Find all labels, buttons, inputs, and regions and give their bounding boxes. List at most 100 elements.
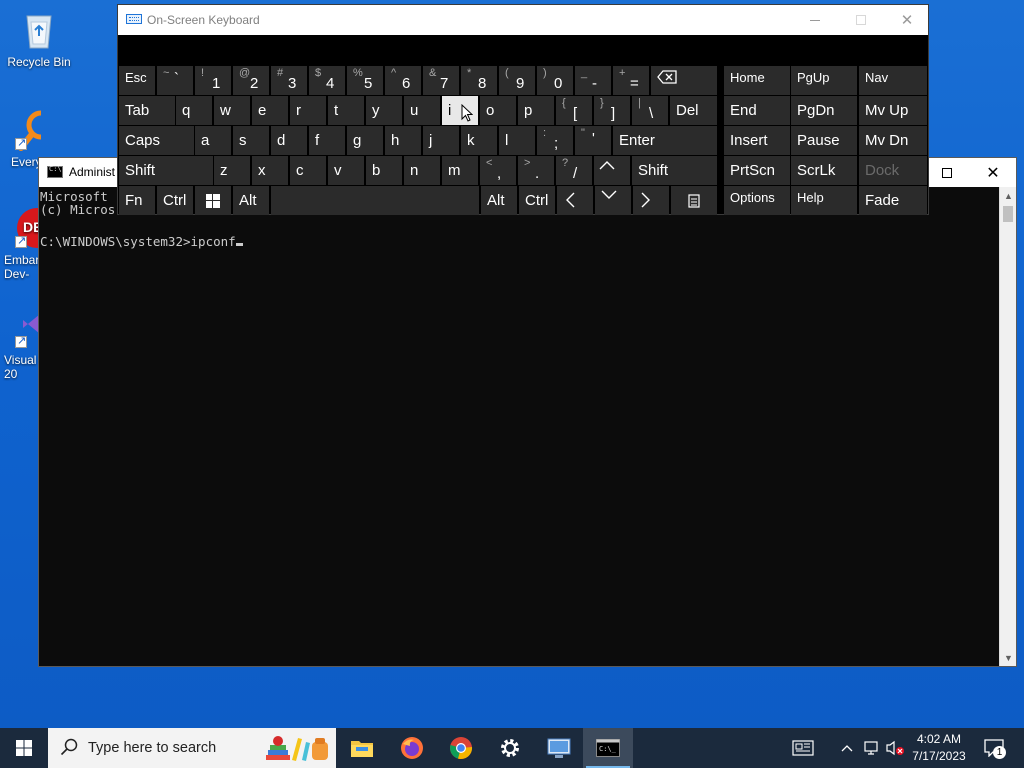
key-alt-right[interactable]: Alt xyxy=(481,186,517,215)
desktop-icon-everything[interactable]: Every xyxy=(1,108,41,169)
key-semicolon[interactable]: :; xyxy=(537,126,573,155)
key-0[interactable]: ) 0 xyxy=(537,66,573,95)
key-x[interactable]: x xyxy=(252,156,288,185)
key-pgdn[interactable]: PgDn xyxy=(791,96,857,125)
key-esc[interactable]: Esc xyxy=(119,66,155,95)
desktop-icon-visual-studio[interactable]: Visual 20 xyxy=(1,306,41,381)
key-quote[interactable]: " ' xyxy=(575,126,611,155)
close-button[interactable]: ✕ xyxy=(884,5,930,35)
key-q[interactable]: q xyxy=(176,96,212,125)
minimize-button[interactable] xyxy=(792,5,838,35)
notification-center-button[interactable]: 1 xyxy=(978,728,1010,768)
key-w[interactable]: w xyxy=(214,96,250,125)
key-s[interactable]: s xyxy=(233,126,269,155)
key-menu[interactable] xyxy=(671,186,717,215)
key-d[interactable]: d xyxy=(271,126,307,155)
key-ctrl-left[interactable]: Ctrl xyxy=(157,186,193,215)
on-screen-keyboard-window[interactable]: On-Screen Keyboard ✕ Esc ~ ` ! 1 @2 #3 $4 … xyxy=(117,4,929,215)
key-move-down[interactable]: Mv Dn xyxy=(859,126,927,155)
taskbar-file-explorer[interactable] xyxy=(337,728,387,768)
osk-titlebar[interactable]: On-Screen Keyboard ✕ xyxy=(118,5,928,35)
key-arrow-up[interactable] xyxy=(594,156,630,185)
key-t[interactable]: t xyxy=(328,96,364,125)
key-equals[interactable]: + = xyxy=(613,66,649,95)
key-period[interactable]: >. xyxy=(518,156,554,185)
key-scrlk[interactable]: ScrLk xyxy=(791,156,857,185)
key-nav[interactable]: Nav xyxy=(859,66,927,95)
taskbar-remote-desktop[interactable] xyxy=(534,728,584,768)
taskbar-settings[interactable] xyxy=(485,728,535,768)
key-y[interactable]: y xyxy=(366,96,402,125)
key-v[interactable]: v xyxy=(328,156,364,185)
key-arrow-left[interactable] xyxy=(557,186,593,215)
key-8[interactable]: * 8 xyxy=(461,66,497,95)
key-help[interactable]: Help xyxy=(791,186,857,215)
key-h[interactable]: h xyxy=(385,126,421,155)
key-ctrl-right[interactable]: Ctrl xyxy=(519,186,555,215)
cmd-window[interactable]: Administ ✕ Microsoft(c) MicrosC:\WINDOWS… xyxy=(38,157,1017,667)
key-del[interactable]: Del xyxy=(670,96,717,125)
desktop-icon-recycle-bin[interactable]: Recycle Bin xyxy=(1,8,77,69)
key-shift-right[interactable]: Shift xyxy=(632,156,717,185)
key-m[interactable]: m xyxy=(442,156,478,185)
key-backslash[interactable]: | \ xyxy=(632,96,668,125)
key-i[interactable]: i xyxy=(442,96,478,125)
key-backspace[interactable] xyxy=(651,66,717,95)
key-z[interactable]: z xyxy=(214,156,250,185)
key-comma[interactable]: <, xyxy=(480,156,516,185)
key-5[interactable]: % 5 xyxy=(347,66,383,95)
key-k[interactable]: k xyxy=(461,126,497,155)
key-pause[interactable]: Pause xyxy=(791,126,857,155)
vertical-scrollbar[interactable]: ▲ ▼ xyxy=(999,187,1016,666)
key-c[interactable]: c xyxy=(290,156,326,185)
key-b[interactable]: b xyxy=(366,156,402,185)
taskbar-chrome[interactable] xyxy=(436,728,486,768)
key-enter[interactable]: Enter xyxy=(613,126,717,155)
key-r[interactable]: r xyxy=(290,96,326,125)
key-dock[interactable]: Dock xyxy=(859,156,927,185)
key-p[interactable]: p xyxy=(518,96,554,125)
desktop-icon-embarcadero[interactable]: DE Embar Dev- xyxy=(1,206,41,281)
key-4[interactable]: $4 xyxy=(309,66,345,95)
key-o[interactable]: o xyxy=(480,96,516,125)
key-3[interactable]: #3 xyxy=(271,66,307,95)
key-prtscn[interactable]: PrtScn xyxy=(724,156,790,185)
key-end[interactable]: End xyxy=(724,96,790,125)
key-fade[interactable]: Fade xyxy=(859,186,927,215)
network-status[interactable] xyxy=(860,728,882,768)
scroll-down-icon[interactable]: ▼ xyxy=(1000,649,1017,666)
key-move-up[interactable]: Mv Up xyxy=(859,96,927,125)
volume-status[interactable] xyxy=(884,728,906,768)
key-caps[interactable]: Caps xyxy=(119,126,194,155)
key-shift-left[interactable]: Shift xyxy=(119,156,213,185)
key-9[interactable]: (9 xyxy=(499,66,535,95)
key-minus[interactable]: _ - xyxy=(575,66,611,95)
taskbar-firefox[interactable] xyxy=(387,728,437,768)
show-hidden-icons-button[interactable] xyxy=(838,728,856,768)
key-j[interactable]: j xyxy=(423,126,459,155)
key-left-bracket[interactable]: {[ xyxy=(556,96,592,125)
key-windows[interactable] xyxy=(195,186,231,215)
key-a[interactable]: a xyxy=(195,126,231,155)
taskbar-command-prompt[interactable]: C:\_ xyxy=(583,728,633,768)
taskbar-clock[interactable]: 4:02 AM 7/17/2023 xyxy=(906,731,972,765)
maximize-button[interactable] xyxy=(924,158,970,187)
scrollbar-thumb[interactable] xyxy=(1003,206,1013,222)
key-6[interactable]: ^ 6 xyxy=(385,66,421,95)
key-backtick[interactable]: ~ ` xyxy=(157,66,193,95)
key-slash[interactable]: ? / xyxy=(556,156,592,185)
key-g[interactable]: g xyxy=(347,126,383,155)
scroll-up-icon[interactable]: ▲ xyxy=(1000,187,1017,204)
start-button[interactable] xyxy=(0,728,48,768)
key-f[interactable]: f xyxy=(309,126,345,155)
key-tab[interactable]: Tab xyxy=(119,96,175,125)
key-home[interactable]: Home xyxy=(724,66,790,95)
close-button[interactable]: ✕ xyxy=(970,158,1016,187)
taskbar-news-widget[interactable] xyxy=(786,728,820,768)
key-space[interactable] xyxy=(271,186,479,215)
key-right-bracket[interactable]: }] xyxy=(594,96,630,125)
maximize-button[interactable] xyxy=(838,5,884,35)
cmd-output[interactable]: Microsoft (c) Micros C:\WINDOWS\system32>i… xyxy=(39,187,998,666)
key-n[interactable]: n xyxy=(404,156,440,185)
key-u[interactable]: u xyxy=(404,96,440,125)
